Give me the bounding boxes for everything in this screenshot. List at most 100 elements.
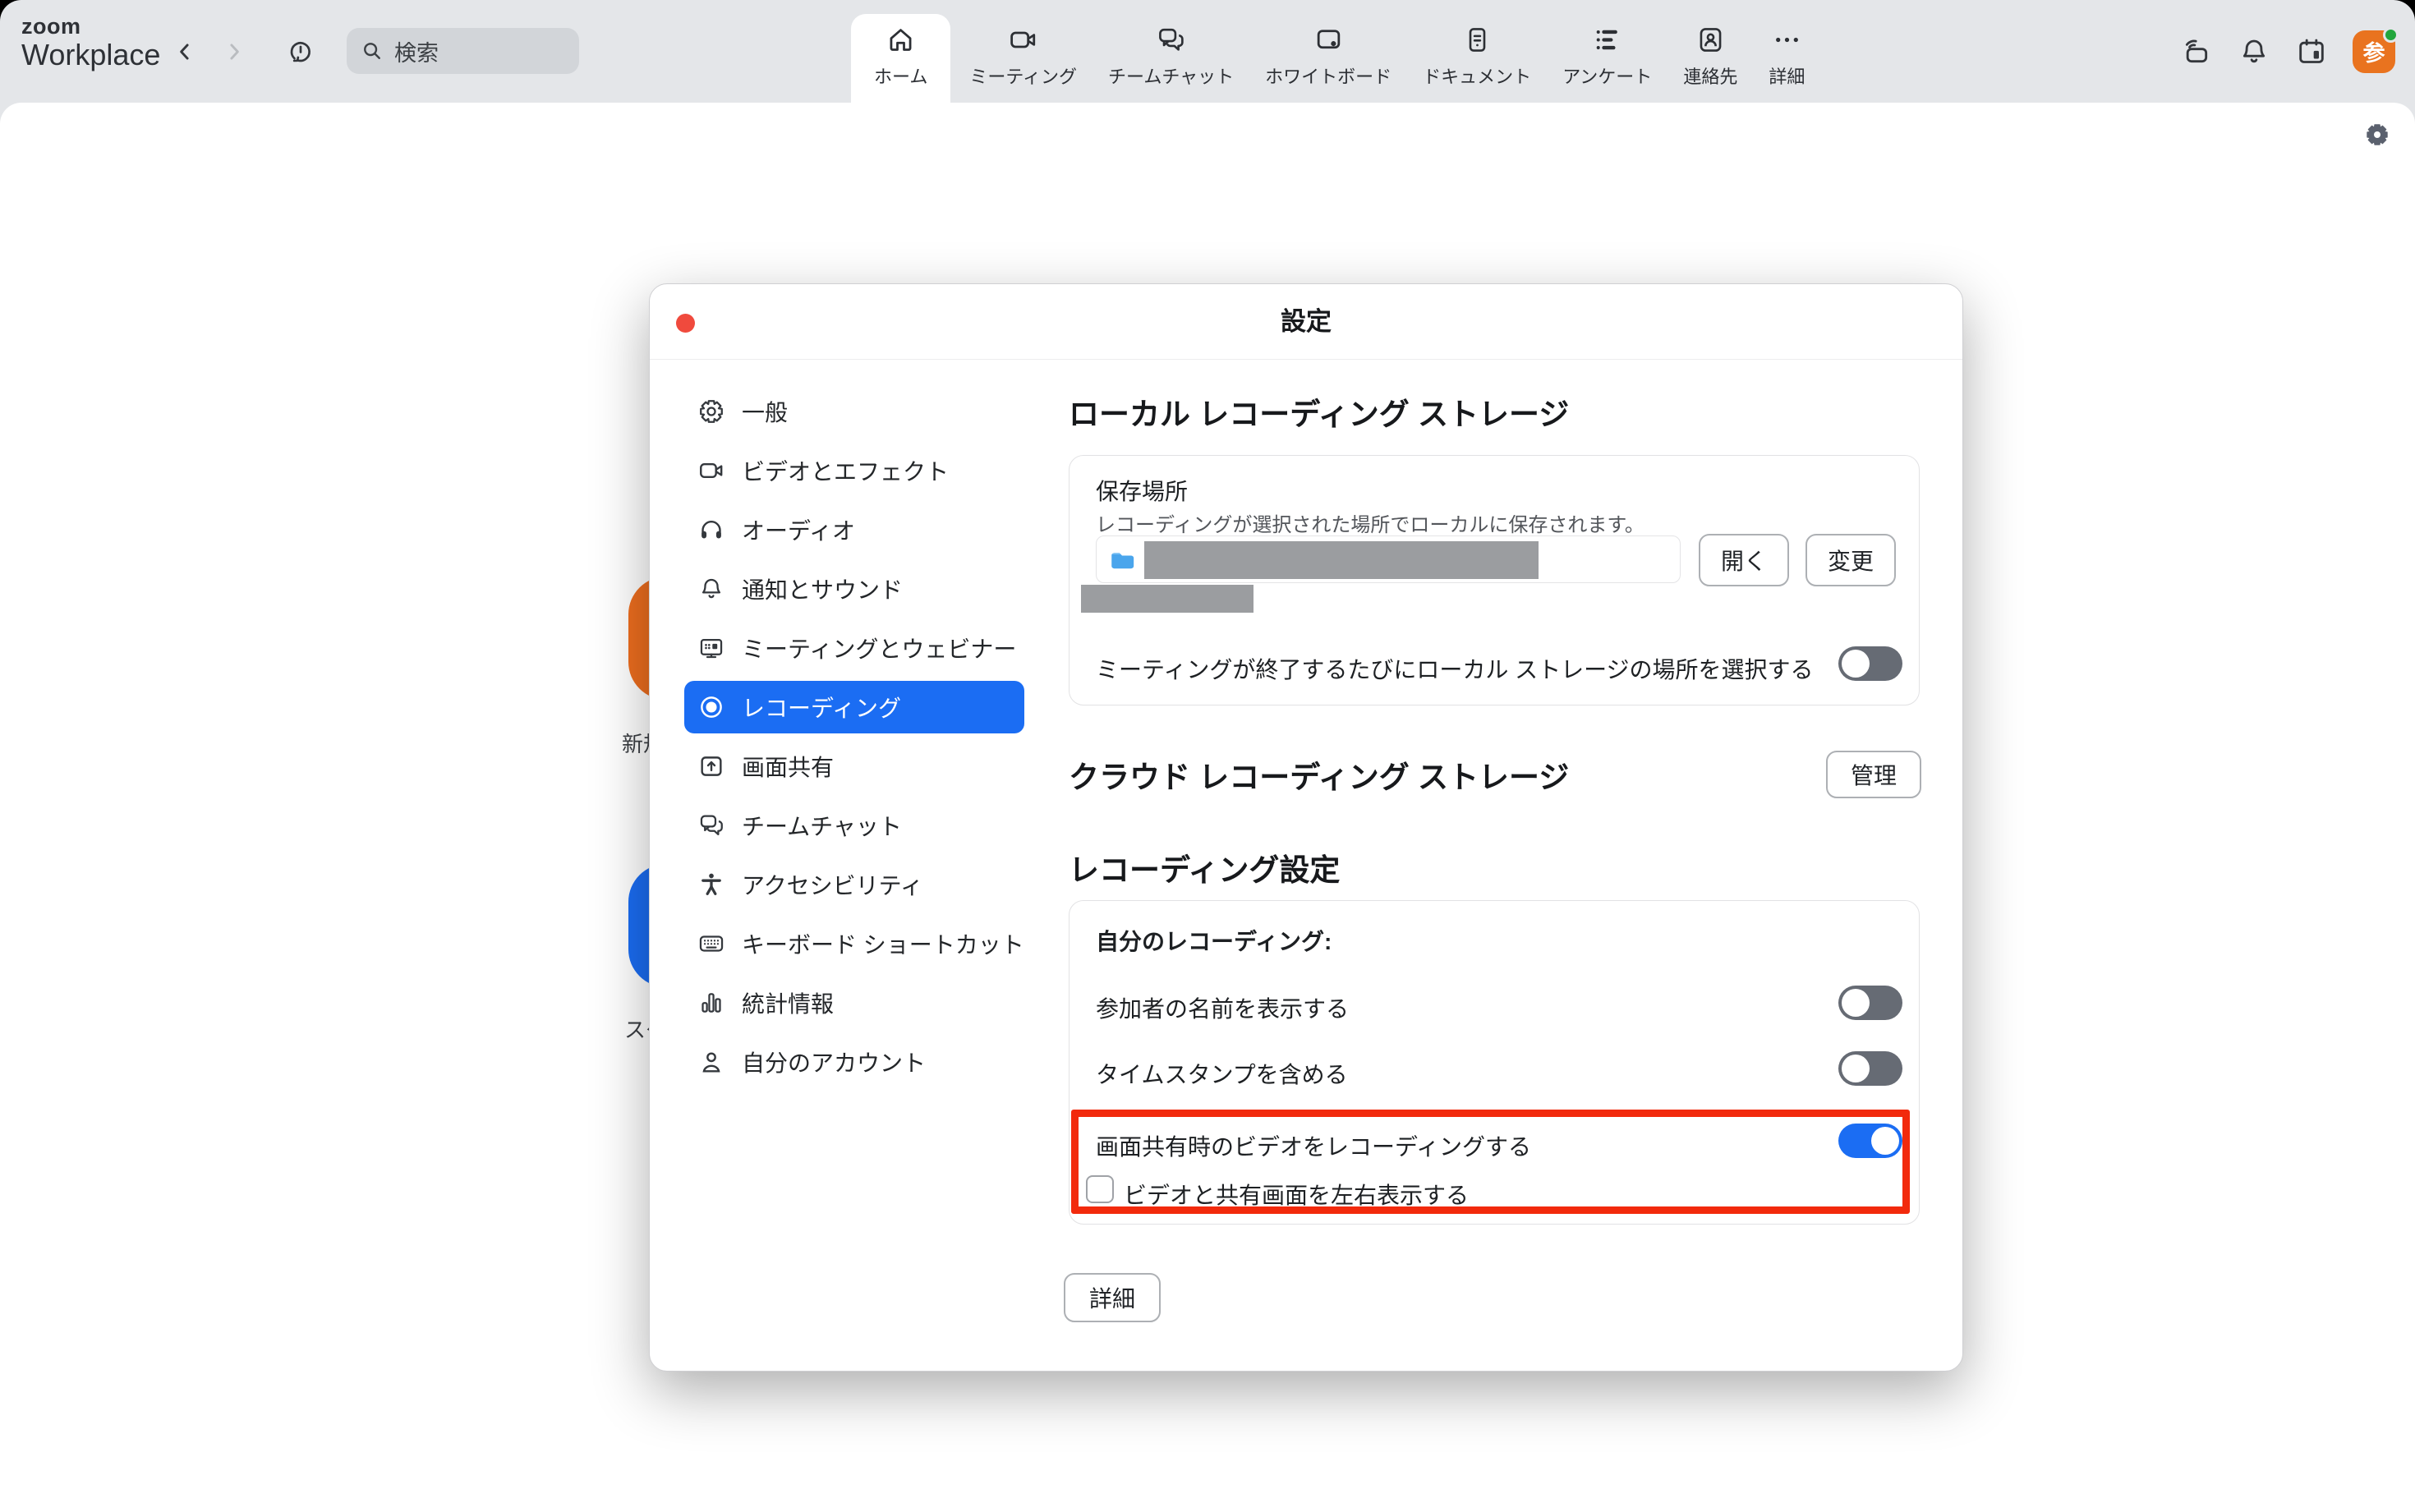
my-recordings-label: 自分のレコーディング: (1096, 924, 1332, 957)
settings-content: ローカル レコーディング ストレージ 保存場所 レコーディングが選択された場所で… (1069, 361, 1946, 1371)
avatar[interactable]: 参 (2353, 30, 2395, 73)
tab-surveys[interactable]: アンケート (1550, 14, 1664, 103)
search-icon (360, 39, 384, 63)
headphones-icon (697, 516, 725, 544)
choose-location-toggle[interactable] (1838, 646, 1902, 681)
sidebar-item-recording[interactable]: レコーディング (684, 681, 1024, 733)
person-icon (697, 1048, 725, 1076)
monitor-icon (697, 634, 725, 662)
sidebar-item-screen-share[interactable]: 画面共有 (684, 740, 1024, 793)
more-dots-icon (1772, 25, 1802, 55)
tab-label: ミーティング (969, 62, 1077, 89)
sidebar-item-label: 通知とサウンド (742, 572, 903, 605)
recording-settings-heading: レコーディング設定 (1069, 845, 1340, 889)
tab-label: 詳細 (1769, 62, 1805, 89)
sidebar-item-accessibility[interactable]: アクセシビリティ (684, 858, 1024, 911)
sidebar-item-meetings-webinars[interactable]: ミーティングとウェビナー (684, 622, 1024, 674)
redacted-path-text-2 (1081, 585, 1254, 613)
video-camera-icon (1008, 25, 1038, 55)
share-screen-icon (697, 752, 725, 780)
tab-home[interactable]: ホーム (851, 14, 950, 103)
tab-label: ホーム (874, 62, 927, 89)
accessibility-person-icon (697, 871, 725, 898)
settings-sidebar: 一般 ビデオとエフェクト オーディオ 通知とサウンド ミーティングとウェビナー … (650, 361, 1036, 1371)
logo-line-workplace: Workplace (21, 39, 160, 71)
tab-contacts[interactable]: 連絡先 (1671, 14, 1750, 103)
sidebar-item-label: 一般 (742, 395, 788, 428)
change-button[interactable]: 変更 (1806, 534, 1896, 586)
logo-line-zoom: zoom (21, 15, 160, 39)
sidebar-item-label: オーディオ (742, 513, 855, 546)
notifications-button[interactable] (2238, 35, 2270, 68)
sidebar-item-my-account[interactable]: 自分のアカウント (684, 1036, 1024, 1088)
sidebar-item-label: レコーディング (742, 691, 901, 724)
devices-button[interactable] (2180, 35, 2213, 68)
bell-icon (2238, 35, 2270, 68)
dialog-titlebar: 設定 (650, 284, 1962, 360)
tab-label: アンケート (1562, 62, 1652, 89)
tab-team-chat[interactable]: チームチャット (1096, 14, 1246, 103)
save-location-description: レコーディングが選択された場所でローカルに保存されます。 (1096, 508, 1644, 537)
save-location-path-field[interactable] (1096, 535, 1681, 583)
record-icon (697, 693, 725, 721)
side-by-side-checkbox[interactable] (1086, 1175, 1114, 1203)
chevron-left-icon (172, 39, 197, 64)
local-recording-heading: ローカル レコーディング ストレージ (1069, 389, 1569, 434)
cloud-recording-heading: クラウド レコーディング ストレージ (1069, 752, 1569, 797)
search-input[interactable]: 検索 (347, 28, 579, 74)
advanced-button[interactable]: 詳細 (1064, 1273, 1161, 1322)
redacted-path-text (1144, 541, 1539, 579)
sidebar-item-notifications[interactable]: 通知とサウンド (684, 563, 1024, 615)
schedule-label-partial: スケ (624, 1013, 649, 1044)
calendar-button[interactable] (2295, 35, 2328, 68)
sidebar-item-label: 統計情報 (742, 986, 834, 1019)
show-participant-names-toggle[interactable] (1838, 986, 1902, 1020)
choose-location-each-meeting-label: ミーティングが終了するたびにローカル ストレージの場所を選択する (1096, 652, 1814, 685)
sidebar-item-label: チームチャット (742, 809, 902, 842)
manage-button[interactable]: 管理 (1826, 751, 1921, 798)
gear-icon (697, 398, 725, 425)
sidebar-item-label: 画面共有 (742, 750, 834, 783)
sidebar-item-label: ビデオとエフェクト (742, 454, 949, 487)
side-by-side-label: ビデオと共有画面を左右表示する (1124, 1178, 1469, 1211)
sidebar-item-label: ミーティングとウェビナー (742, 632, 1016, 664)
sidebar-item-video-effects[interactable]: ビデオとエフェクト (684, 444, 1024, 497)
tab-label: チームチャット (1108, 62, 1234, 89)
settings-dialog: 設定 一般 ビデオとエフェクト オーディオ 通知とサウンド ミーティング (649, 283, 1963, 1372)
back-button[interactable] (167, 0, 203, 103)
zoom-workplace-logo: zoom Workplace (21, 15, 160, 71)
tab-meetings[interactable]: ミーティング (957, 14, 1089, 103)
presence-dot (2383, 27, 2399, 43)
toolbar-right-cluster: 参 (2180, 0, 2395, 103)
dialog-title: 設定 (650, 284, 1962, 360)
sidebar-item-audio[interactable]: オーディオ (684, 503, 1024, 556)
home-settings-gear-icon[interactable] (2364, 122, 2390, 148)
record-video-during-share-toggle[interactable] (1838, 1124, 1902, 1158)
stats-bars-icon (697, 989, 725, 1017)
main-tab-bar: ホーム ミーティング チームチャット ホワイトボード ドキュメント アンケート (851, 14, 1817, 103)
sidebar-item-keyboard-shortcuts[interactable]: キーボード ショートカット (684, 917, 1024, 970)
app-window: zoom Workplace 検索 ホーム (0, 0, 2415, 1512)
tab-label: 連絡先 (1683, 62, 1737, 89)
sidebar-item-label: 自分のアカウント (742, 1046, 926, 1078)
home-icon (886, 25, 916, 55)
sidebar-item-statistics[interactable]: 統計情報 (684, 977, 1024, 1029)
sidebar-item-general[interactable]: 一般 (684, 385, 1024, 438)
video-camera-icon (697, 457, 725, 485)
record-video-during-share-label: 画面共有時のビデオをレコーディングする (1096, 1129, 1531, 1162)
survey-icon (1592, 25, 1622, 55)
forward-button[interactable] (216, 0, 252, 103)
tab-docs[interactable]: ドキュメント (1410, 14, 1543, 103)
save-location-label: 保存場所 (1096, 474, 1188, 507)
avatar-initial: 参 (2363, 35, 2385, 67)
history-button[interactable] (286, 0, 315, 103)
tab-more[interactable]: 詳細 (1756, 14, 1817, 103)
include-timestamp-toggle[interactable] (1838, 1051, 1902, 1086)
sidebar-item-label: キーボード ショートカット (742, 927, 1024, 960)
open-button[interactable]: 開く (1699, 534, 1789, 586)
device-cast-icon (2180, 35, 2213, 68)
tab-whiteboard[interactable]: ホワイトボード (1253, 14, 1404, 103)
sidebar-item-team-chat[interactable]: チームチャット (684, 799, 1024, 852)
whiteboard-icon (1313, 25, 1344, 55)
local-recording-card: 保存場所 レコーディングが選択された場所でローカルに保存されます。 開く 変更 … (1069, 455, 1920, 705)
